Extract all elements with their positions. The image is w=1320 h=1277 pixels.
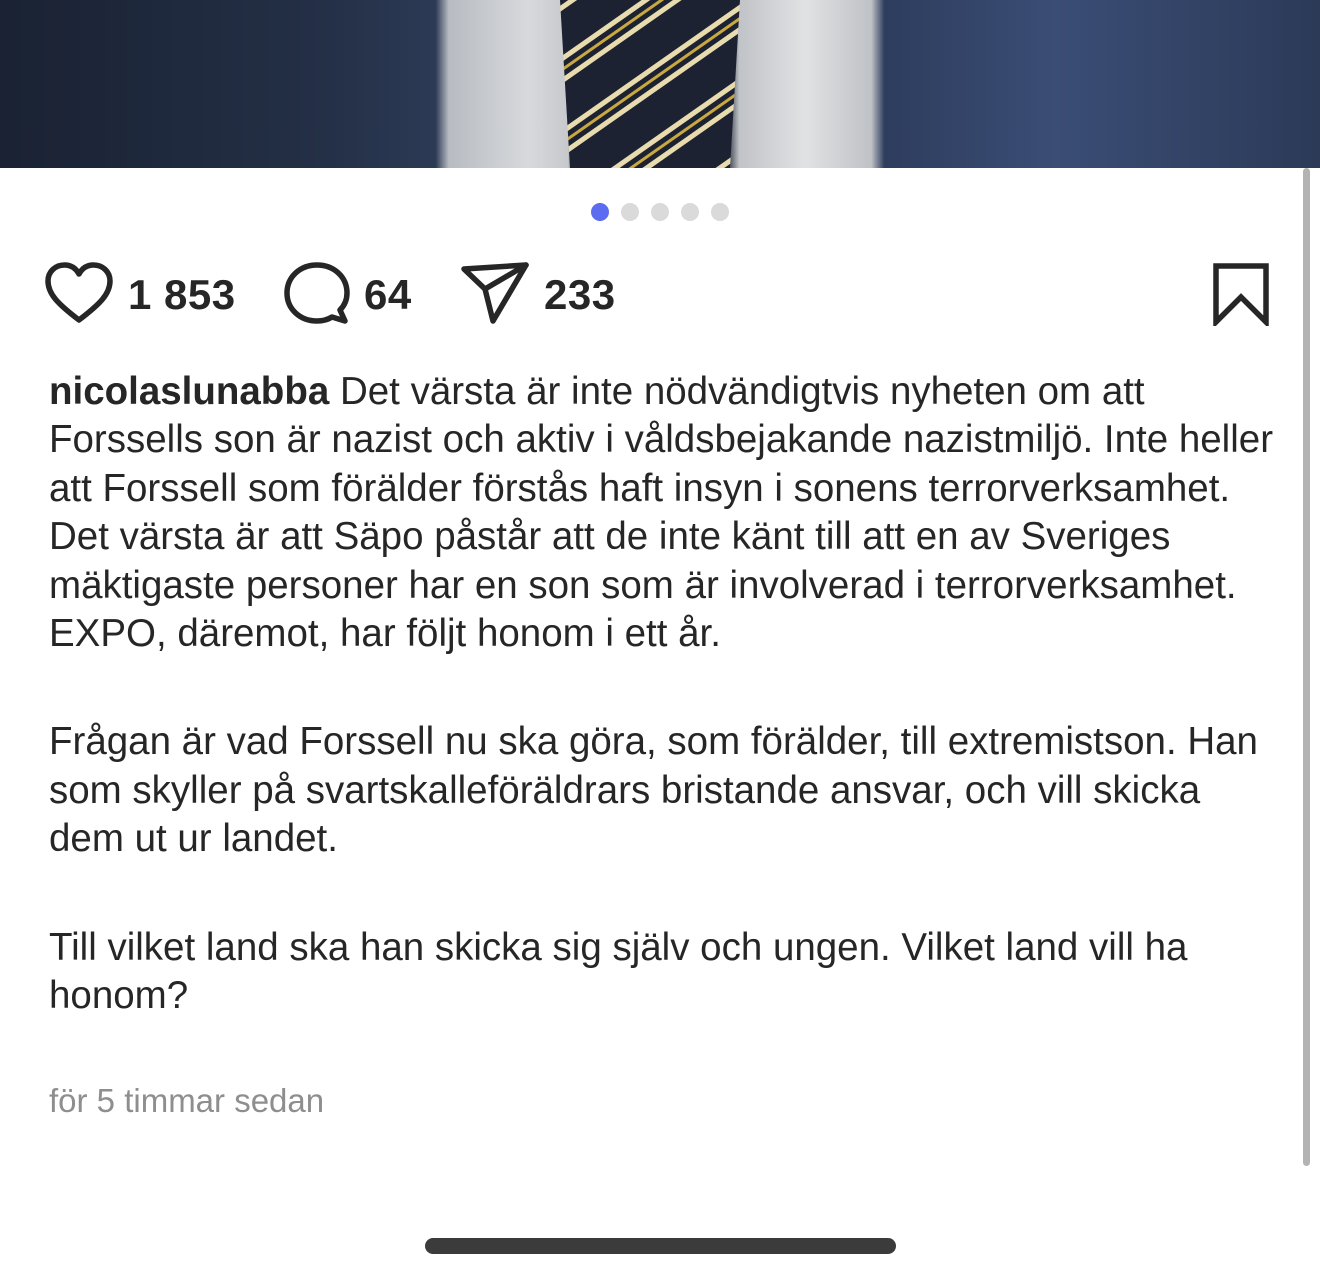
share-button[interactable]: 233 bbox=[460, 261, 616, 330]
tie-graphic bbox=[560, 0, 740, 168]
post-timestamp: för 5 timmar sedan bbox=[49, 1082, 325, 1119]
caption-paragraph: nicolaslunabba Det värsta är inte nödvän… bbox=[49, 368, 1274, 658]
like-count: 1 853 bbox=[128, 271, 236, 318]
post-caption: nicolaslunabba Det värsta är inte nödvän… bbox=[49, 368, 1274, 1080]
comment-button[interactable]: 64 bbox=[284, 261, 412, 330]
caption-paragraph: Frågan är vad Forssell nu ska göra, som … bbox=[49, 720, 1258, 861]
home-indicator[interactable] bbox=[425, 1238, 896, 1254]
carousel-dot[interactable] bbox=[681, 203, 699, 221]
comment-icon bbox=[284, 261, 350, 330]
carousel-dot[interactable] bbox=[651, 203, 669, 221]
post-actions-bar: 1 853 64 233 bbox=[44, 261, 1270, 331]
heart-icon bbox=[44, 261, 114, 329]
carousel-dot[interactable] bbox=[711, 203, 729, 221]
caption-username[interactable]: nicolaslunabba bbox=[49, 370, 329, 413]
like-button[interactable]: 1 853 bbox=[44, 261, 236, 329]
bookmark-button[interactable] bbox=[1212, 262, 1270, 331]
bookmark-icon bbox=[1212, 263, 1270, 330]
post-photo[interactable] bbox=[0, 0, 1320, 168]
carousel-dot-active[interactable] bbox=[591, 203, 609, 221]
scrollbar[interactable] bbox=[1303, 168, 1310, 1166]
comment-count: 64 bbox=[364, 271, 412, 318]
share-count: 233 bbox=[544, 271, 616, 318]
carousel-dot[interactable] bbox=[621, 203, 639, 221]
caption-paragraph: Till vilket land ska han skicka sig själ… bbox=[49, 925, 1188, 1018]
carousel-indicator bbox=[0, 203, 1320, 221]
share-icon bbox=[460, 261, 530, 330]
